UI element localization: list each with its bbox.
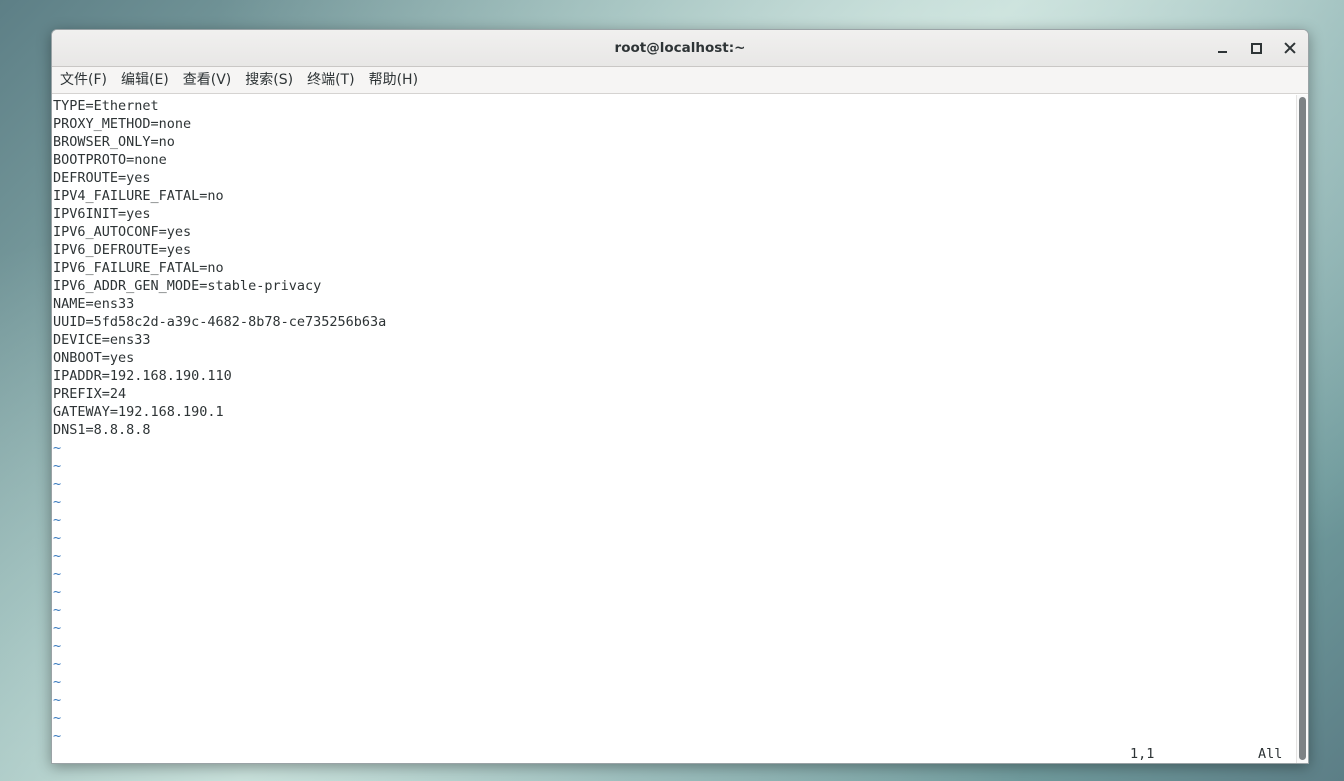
- empty-line-marker: ~: [53, 476, 62, 492]
- scroll-indicator: All: [1258, 746, 1283, 762]
- file-line: IPV6_ADDR_GEN_MODE=stable-privacy: [53, 278, 322, 294]
- empty-line-marker: ~: [53, 656, 62, 672]
- empty-line-marker: ~: [53, 584, 62, 600]
- file-line: IPV6_AUTOCONF=yes: [53, 224, 192, 240]
- empty-line-marker: ~: [53, 440, 62, 456]
- file-line: IPADDR=192.168.190.110: [53, 368, 232, 384]
- window-title: root@localhost:~: [614, 40, 746, 56]
- close-button[interactable]: [1276, 34, 1304, 62]
- empty-line-marker: ~: [53, 692, 62, 708]
- empty-line-marker: ~: [53, 512, 62, 528]
- file-line: PROXY_METHOD=none: [53, 116, 192, 132]
- empty-line-marker: ~: [53, 602, 62, 618]
- maximize-icon: [1250, 42, 1262, 54]
- terminal-window: root@localhost:~ 文件(F) 编辑(E) 查看(V) 搜索(S)…: [51, 29, 1309, 764]
- file-line: BOOTPROTO=none: [53, 152, 167, 168]
- empty-line-marker: ~: [53, 728, 62, 744]
- menu-search[interactable]: 搜索(S): [239, 67, 301, 94]
- file-line: TYPE=Ethernet: [53, 98, 159, 114]
- terminal-content[interactable]: 1,1 All TYPE=Ethernet PROXY_METHOD=none BR…: [52, 95, 1296, 763]
- cursor-position: 1,1: [1130, 746, 1155, 762]
- menu-view[interactable]: 查看(V): [177, 67, 240, 94]
- file-line: DEVICE=ens33: [53, 332, 151, 348]
- close-icon: [1284, 42, 1296, 54]
- empty-line-marker: ~: [53, 458, 62, 474]
- file-line: DNS1=8.8.8.8: [53, 422, 151, 438]
- file-line: DEFROUTE=yes: [53, 170, 151, 186]
- minimize-button[interactable]: [1208, 34, 1236, 62]
- empty-line-marker: ~: [53, 710, 62, 726]
- empty-line-marker: ~: [53, 674, 62, 690]
- file-line: GATEWAY=192.168.190.1: [53, 404, 224, 420]
- scrollbar-thumb[interactable]: [1299, 97, 1306, 760]
- title-bar[interactable]: root@localhost:~: [52, 30, 1308, 67]
- menu-terminal[interactable]: 终端(T): [301, 67, 362, 94]
- empty-line-marker: ~: [53, 566, 62, 582]
- file-line: IPV6_FAILURE_FATAL=no: [53, 260, 224, 276]
- file-line: UUID=5fd58c2d-a39c-4682-8b78-ce735256b63…: [53, 314, 387, 330]
- vertical-scrollbar[interactable]: [1296, 95, 1308, 763]
- menu-file[interactable]: 文件(F): [54, 67, 115, 94]
- empty-line-marker: ~: [53, 638, 62, 654]
- maximize-button[interactable]: [1242, 34, 1270, 62]
- empty-line-marker: ~: [53, 530, 62, 546]
- file-line: ONBOOT=yes: [53, 350, 135, 366]
- minimize-icon: [1217, 51, 1227, 53]
- file-line: NAME=ens33: [53, 296, 135, 312]
- file-line: IPV6INIT=yes: [53, 206, 151, 222]
- empty-line-marker: ~: [53, 548, 62, 564]
- file-line: BROWSER_ONLY=no: [53, 134, 175, 150]
- menu-bar: 文件(F) 编辑(E) 查看(V) 搜索(S) 终端(T) 帮助(H): [52, 67, 1308, 94]
- file-line: IPV4_FAILURE_FATAL=no: [53, 188, 224, 204]
- empty-line-marker: ~: [53, 620, 62, 636]
- empty-line-marker: ~: [53, 494, 62, 510]
- file-line: IPV6_DEFROUTE=yes: [53, 242, 192, 258]
- file-line: PREFIX=24: [53, 386, 127, 402]
- menu-edit[interactable]: 编辑(E): [115, 67, 177, 94]
- menu-help[interactable]: 帮助(H): [363, 67, 426, 94]
